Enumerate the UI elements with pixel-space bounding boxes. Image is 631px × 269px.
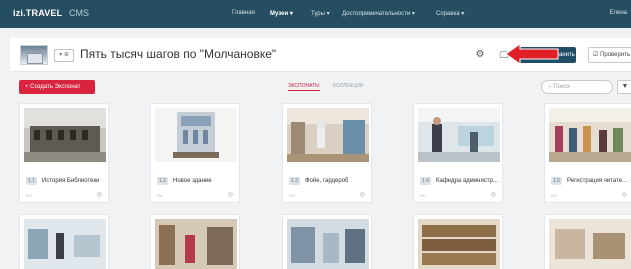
globe-icon[interactable]: ◎ xyxy=(228,191,233,198)
exhibit-photo xyxy=(287,108,369,162)
globe-icon[interactable]: ◎ xyxy=(97,191,102,198)
globe-icon[interactable]: ◎ xyxy=(622,191,627,198)
red-arrow-annotation xyxy=(506,43,559,65)
exhibit-photo xyxy=(418,219,500,269)
tab-collections[interactable]: КОЛЛЕКЦИИ xyxy=(333,83,363,89)
exhibit-language: RU xyxy=(157,193,163,198)
exhibit-title: Фойе, гардероб xyxy=(305,178,349,184)
exhibit-card[interactable]: 1.3 Фойе, гардероб RU ◎ xyxy=(282,103,372,203)
globe-icon[interactable]: ◎ xyxy=(360,191,365,198)
exhibit-title: Новое здание xyxy=(173,178,212,184)
nav-home[interactable]: Главная xyxy=(232,10,255,16)
top-navigation: izi.TRAVEL CMS Главная Музеи ▾ Туры ▾ До… xyxy=(0,0,631,28)
language-selector[interactable]: ▾ ⊕ xyxy=(54,49,74,62)
exhibit-card[interactable] xyxy=(544,214,631,269)
search-input[interactable]: ○ Поиск xyxy=(541,80,613,94)
exhibit-number: 1.4 xyxy=(420,177,431,185)
search-placeholder: Поиск xyxy=(553,84,570,90)
search-icon: ○ xyxy=(548,84,552,90)
tour-thumbnail[interactable] xyxy=(20,45,48,65)
page-title: Пять тысяч шагов по "Молчановке" xyxy=(80,47,277,61)
exhibit-number: 1.5 xyxy=(551,177,562,185)
check-label: Проверить xyxy=(600,52,631,58)
exhibit-photo xyxy=(287,219,369,269)
exhibit-number: 1.3 xyxy=(289,177,300,185)
exhibit-language: RU xyxy=(551,193,557,198)
exhibit-photo xyxy=(155,108,237,162)
user-menu[interactable]: Елена xyxy=(610,10,628,16)
exhibit-language: RU xyxy=(26,193,32,198)
exhibit-card[interactable] xyxy=(282,214,372,269)
gear-icon[interactable]: ⚙ xyxy=(473,48,487,62)
exhibit-card[interactable]: 1.1 История Библиотеки RU ◎ xyxy=(19,103,109,203)
exhibit-title: История Библиотеки xyxy=(42,178,100,184)
nav-sights[interactable]: Достопримечательности ▾ xyxy=(342,10,415,17)
exhibit-number: 1.2 xyxy=(157,177,168,185)
globe-icon[interactable]: ◎ xyxy=(491,191,496,198)
create-exhibit-button[interactable]: + Создать Экспонат xyxy=(19,80,95,94)
exhibit-photo xyxy=(24,108,106,162)
exhibit-photo xyxy=(418,108,500,162)
exhibit-card[interactable] xyxy=(19,214,109,269)
logo[interactable]: izi.TRAVEL xyxy=(13,8,62,18)
exhibit-card[interactable] xyxy=(150,214,240,269)
exhibit-card[interactable]: 1.4 Кафедра администр... RU ◎ xyxy=(413,103,503,203)
nav-museums[interactable]: Музеи ▾ xyxy=(270,10,293,17)
nav-help[interactable]: Справка ▾ xyxy=(436,10,464,17)
exhibit-photo xyxy=(549,219,631,269)
exhibit-card[interactable]: 1.5 Регистрация читате... RU ◎ xyxy=(544,103,631,203)
check-button[interactable]: ☑ Проверить xyxy=(588,47,631,63)
exhibit-number: 1.1 xyxy=(26,177,37,185)
exhibit-photo xyxy=(24,219,106,269)
tab-exhibits[interactable]: ЭКСПОНАТЫ xyxy=(288,83,320,91)
nav-tours[interactable]: Туры ▾ xyxy=(311,10,330,17)
exhibit-photo xyxy=(549,108,631,162)
exhibit-title: Кафедра администр... xyxy=(436,178,498,184)
logo-cms: CMS xyxy=(69,8,89,18)
exhibit-language: RU xyxy=(289,193,295,198)
exhibit-card[interactable]: 1.2 Новое здание RU ◎ xyxy=(150,103,240,203)
exhibit-language: RU xyxy=(420,193,426,198)
check-icon: ☑ xyxy=(593,52,599,58)
tour-header: ▾ ⊕ Пять тысяч шагов по "Молчановке" ⚙ 🖵… xyxy=(10,38,631,72)
exhibit-title: Регистрация читате... xyxy=(567,178,628,184)
exhibit-photo xyxy=(155,219,237,269)
filter-icon[interactable]: ▼ xyxy=(617,80,631,94)
exhibit-card[interactable] xyxy=(413,214,503,269)
